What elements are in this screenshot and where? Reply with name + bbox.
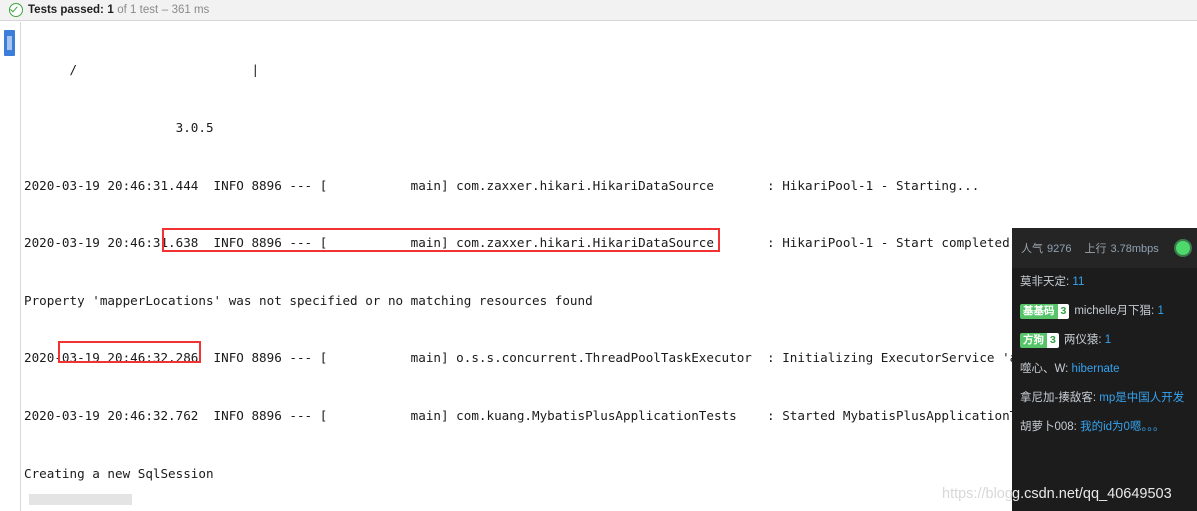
chat-text: 1 <box>1104 334 1112 346</box>
chat-text: 11 <box>1072 276 1085 288</box>
check-circle-icon <box>9 3 23 17</box>
live-chat-stats-header: 人气 9276 上行 3.78mbps <box>1012 228 1197 268</box>
popularity-value: 9276 <box>1047 243 1072 255</box>
console-gutter <box>0 22 21 511</box>
chat-message: 莫非天定: 11 <box>1020 275 1189 290</box>
live-chat-message-list[interactable]: 莫非天定: 11 基基码 3 michelle月下猖: 1 方狗 3 两仪猿: <box>1012 268 1197 435</box>
fan-badge-icon: 基基码 3 <box>1020 304 1070 319</box>
popularity-label: 人气 <box>1021 243 1043 255</box>
chat-username: 胡萝卜008: <box>1020 421 1077 433</box>
console-scroll-stub <box>29 494 132 505</box>
chat-text: hibernate <box>1071 363 1120 375</box>
fan-badge-name: 方狗 <box>1020 333 1047 348</box>
chat-message: 胡萝卜008: 我的id为0嗯。。。 <box>1020 420 1189 435</box>
fan-badge-level: 3 <box>1047 333 1059 348</box>
console-line: 3.0.5 <box>24 120 214 135</box>
chat-username: 莫非天定: <box>1020 276 1070 288</box>
tests-dash: – <box>161 4 169 16</box>
tests-passed-label: Tests passed: <box>28 4 104 16</box>
live-status-dot-icon <box>1176 241 1190 255</box>
uplink-label: 上行 <box>1084 243 1107 255</box>
chat-username: 两仪猿: <box>1063 334 1102 346</box>
chat-username: michelle月下猖: <box>1074 305 1155 317</box>
screenshot-root: Tests passed: 1 of 1 test – 361 ms / | 3… <box>0 0 1197 511</box>
watermark-text-overlay: g.csdn.net/qq_40649503 <box>1012 486 1172 502</box>
chat-username: 噬心、W: <box>1020 363 1069 375</box>
tests-duration: 361 ms <box>171 4 210 16</box>
console-line: / | <box>24 62 260 78</box>
fan-badge-name: 基基码 <box>1020 304 1058 319</box>
test-results-bar: Tests passed: 1 of 1 test – 361 ms <box>0 0 1197 21</box>
fan-badge-icon: 方狗 3 <box>1020 333 1059 348</box>
tests-total-label: of 1 test <box>117 4 159 16</box>
console-line: 2020-03-19 20:46:31.444 INFO 8896 --- [ … <box>24 177 980 193</box>
chat-message: 方狗 3 两仪猿: 1 <box>1020 333 1189 348</box>
chat-message: 基基码 3 michelle月下猖: 1 <box>1020 304 1189 319</box>
chat-message: 噬心、W: hibernate <box>1020 362 1189 377</box>
chat-text: mp是中国人开发 <box>1099 392 1185 404</box>
tests-passed-count: 1 <box>107 4 114 16</box>
fan-badge-level: 3 <box>1057 304 1070 319</box>
uplink-value: 3.78mbps <box>1110 243 1159 255</box>
run-tab-marker-icon[interactable] <box>4 30 15 56</box>
chat-text: 1 <box>1157 305 1164 317</box>
chat-username: 拿尼加-揍敌客: <box>1020 392 1097 404</box>
live-chat-overlay[interactable]: 人气 9276 上行 3.78mbps 莫非天定: 11 基基码 3 miche… <box>1012 228 1197 511</box>
chat-text: 我的id为0嗯。。。 <box>1080 421 1165 433</box>
chat-message: 拿尼加-揍敌客: mp是中国人开发 <box>1020 391 1189 406</box>
